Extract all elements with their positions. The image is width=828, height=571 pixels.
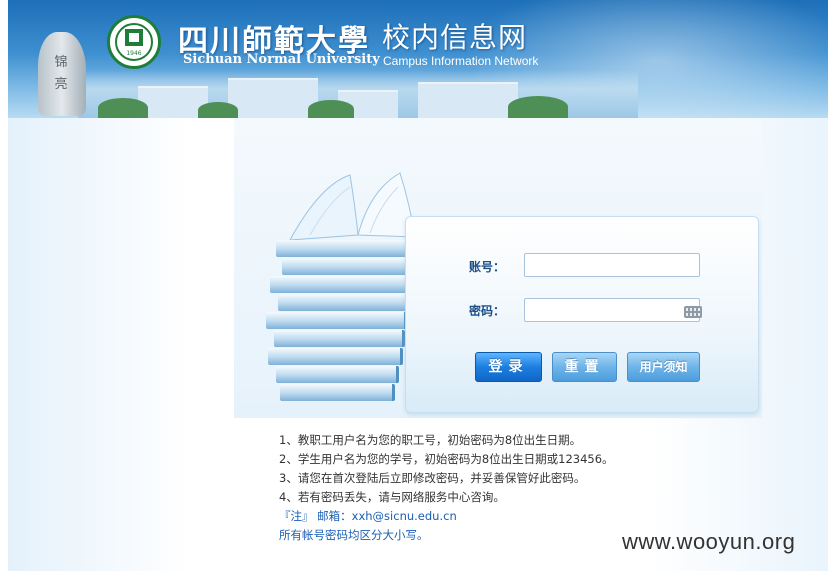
password-input[interactable] — [524, 298, 700, 322]
book — [268, 348, 403, 365]
account-input[interactable] — [524, 253, 700, 277]
seal-year: 1946 — [126, 50, 142, 57]
book — [274, 330, 405, 347]
instruction-line: 4、若有密码丢失，请与网络服务中心咨询。 — [279, 490, 505, 504]
case-sensitivity-note: 所有帐号密码均区分大小写。 — [279, 528, 429, 542]
campus-tree — [308, 100, 354, 118]
seal-inner-ring: 1946 — [115, 23, 153, 61]
instruction-line: 3、请您在首次登陆后立即修改密码，并妥善保管好此密码。 — [279, 471, 586, 485]
book — [270, 276, 413, 293]
account-label: 账号： — [469, 260, 506, 274]
login-instructions: 1、教职工用户名为您的职工号，初始密码为8位出生日期。 2、学生用户名为您的学号… — [279, 431, 614, 545]
book — [276, 366, 399, 383]
banner-campus-scene — [78, 70, 638, 118]
campus-tree — [508, 96, 568, 118]
site-name-cn: 校内信息网 — [382, 21, 528, 54]
site-name-en: Campus Information Network — [383, 54, 539, 68]
password-label: 密码： — [469, 304, 506, 318]
watermark: www.wooyun.org — [622, 529, 796, 554]
university-name-en: Sichuan Normal University — [183, 52, 380, 67]
campus-building — [228, 78, 318, 118]
book-stack-illustration — [240, 165, 420, 415]
book — [282, 258, 413, 275]
campus-tree — [98, 98, 148, 118]
instruction-line: 2、学生用户名为您的学号，初始密码为8位出生日期或123456。 — [279, 452, 614, 466]
book — [276, 240, 419, 257]
seal-emblem-icon — [125, 29, 143, 46]
campus-building — [418, 82, 518, 118]
book — [266, 312, 407, 329]
rock-inscription: 锦亮 — [54, 55, 68, 92]
open-book-illustration — [289, 172, 416, 241]
university-seal-logo: 1946 — [107, 15, 161, 69]
instruction-line: 1、教职工用户名为您的职工号，初始密码为8位出生日期。 — [279, 433, 582, 447]
campus-tree — [198, 102, 238, 118]
user-notice-button[interactable]: 用户须知 — [627, 352, 700, 382]
soft-keyboard-icon[interactable] — [684, 306, 702, 318]
book — [278, 294, 411, 311]
contact-email: 『注』 邮箱：xxh@sicnu.edu.cn — [279, 509, 457, 523]
reset-button[interactable]: 重置 — [552, 352, 617, 382]
login-button[interactable]: 登录 — [475, 352, 542, 382]
book — [280, 384, 395, 401]
